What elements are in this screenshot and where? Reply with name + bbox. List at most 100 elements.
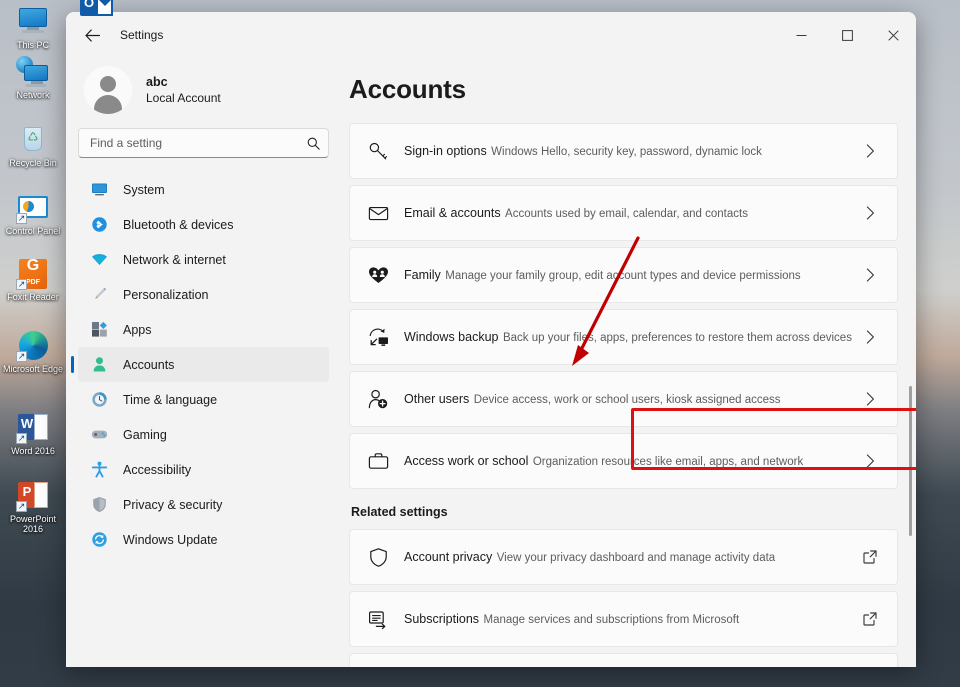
- card-subtitle: Device access, work or school users, kio…: [473, 394, 781, 406]
- card-subtitle: Organization resources like email, apps,…: [532, 456, 804, 468]
- desktop-icon-powerpoint[interactable]: ↗ PowerPoint 2016: [0, 480, 66, 534]
- card-text: Family Manage your family group, edit ac…: [404, 266, 859, 284]
- search-input[interactable]: [90, 136, 307, 150]
- sidebar-item-label: System: [123, 182, 165, 197]
- accounts-icon: [90, 356, 108, 374]
- sidebar-item-gaming[interactable]: Gaming: [78, 417, 329, 452]
- microsoft-outlook-icon: [78, 0, 113, 28]
- desktop-icon-microsoft-edge[interactable]: ↗ Microsoft Edge: [0, 330, 66, 374]
- main-content: Accounts Sign-in options Windows Hello, …: [341, 58, 916, 667]
- card-title: Family: [404, 268, 441, 282]
- related-settings-heading: Related settings: [351, 505, 448, 519]
- bluetooth-icon: [90, 216, 108, 234]
- scrollbar-thumb[interactable]: [909, 386, 912, 536]
- card-text: Sign-in options Windows Hello, security …: [404, 142, 859, 160]
- sidebar-item-time-language[interactable]: Time & language: [78, 382, 329, 417]
- search-box[interactable]: [78, 128, 329, 158]
- sidebar-item-label: Apps: [123, 322, 152, 337]
- settings-window: Settings abc Local Account Find a settin…: [66, 12, 916, 667]
- microsoft-edge-icon: ↗: [16, 330, 50, 362]
- window-controls: [778, 12, 916, 58]
- account-type: Local Account: [146, 90, 221, 105]
- search-icon: [307, 137, 320, 150]
- sidebar-item-network-internet[interactable]: Network & internet: [78, 242, 329, 277]
- chevron-right-icon[interactable]: [859, 330, 881, 344]
- sidebar-item-label: Time & language: [123, 392, 218, 407]
- back-arrow-icon: [84, 28, 100, 42]
- card-subtitle: Back up your files, apps, preferences to…: [502, 332, 852, 344]
- minimize-button[interactable]: [778, 12, 824, 58]
- sidebar-item-system[interactable]: System: [78, 172, 329, 207]
- maximize-button[interactable]: [824, 12, 870, 58]
- close-icon: [887, 29, 899, 41]
- card-family[interactable]: Family Manage your family group, edit ac…: [349, 247, 898, 303]
- desktop-icon-network[interactable]: Network: [0, 56, 66, 100]
- desktop-icon-label: Recycle Bin: [9, 158, 57, 168]
- sidebar-item-accounts[interactable]: Accounts: [71, 347, 329, 382]
- sidebar-item-accessibility[interactable]: Accessibility: [78, 452, 329, 487]
- card-title: Windows backup: [404, 330, 499, 344]
- card-access-work-or-school[interactable]: Access work or school Organization resou…: [349, 433, 898, 489]
- card-text: Subscriptions Manage services and subscr…: [404, 610, 859, 628]
- card-other-users[interactable]: Other users Device access, work or schoo…: [349, 371, 898, 427]
- desktop-icon-this-pc[interactable]: This PC: [0, 6, 66, 50]
- chevron-right-icon[interactable]: [859, 392, 881, 406]
- external-link-icon[interactable]: [859, 612, 881, 626]
- chevron-right-icon[interactable]: [859, 206, 881, 220]
- maximize-icon: [841, 29, 853, 41]
- desktop-icon-foxit-reader[interactable]: ↗ Foxit Reader: [0, 258, 66, 302]
- card-subscriptions[interactable]: Subscriptions Manage services and subscr…: [349, 591, 898, 647]
- card-text: Windows backup Back up your files, apps,…: [404, 328, 859, 346]
- sidebar-item-label: Privacy & security: [123, 497, 223, 512]
- sidebar-item-label: Bluetooth & devices: [123, 217, 234, 232]
- card-title: Access work or school: [404, 454, 529, 468]
- card-subtitle: Windows Hello, security key, password, d…: [491, 146, 762, 158]
- card-account-privacy[interactable]: Account privacy View your privacy dashbo…: [349, 529, 898, 585]
- desktop-icon-label: PowerPoint 2016: [9, 514, 57, 534]
- desktop-icon-recycle-bin[interactable]: Recycle Bin: [0, 124, 66, 168]
- window-body: abc Local Account Find a setting System …: [66, 58, 916, 667]
- card-text: Email & accounts Accounts used by email,…: [404, 204, 859, 222]
- desktop-icon-label: This PC: [16, 40, 49, 50]
- desktop-icon-word[interactable]: ↗ Word 2016: [0, 412, 66, 456]
- window-titlebar: Settings: [66, 12, 916, 58]
- sidebar-item-label: Network & internet: [123, 252, 226, 267]
- sidebar-item-personalization[interactable]: Personalization: [78, 277, 329, 312]
- chevron-right-icon[interactable]: [859, 144, 881, 158]
- subscriptions-icon: [364, 609, 392, 630]
- sidebar-item-apps[interactable]: Apps: [78, 312, 329, 347]
- card-windows-backup[interactable]: Windows backup Back up your files, apps,…: [349, 309, 898, 365]
- accessibility-icon: [90, 461, 108, 479]
- avatar: [84, 66, 132, 114]
- key-icon: [364, 141, 392, 162]
- card-text: Access work or school Organization resou…: [404, 452, 859, 470]
- envelope-icon: [364, 203, 392, 224]
- add-user-icon: [364, 389, 392, 410]
- chevron-right-icon[interactable]: [859, 268, 881, 282]
- desktop-icon-label: Network: [16, 90, 50, 100]
- wifi-icon: [90, 251, 108, 269]
- sidebar-item-windows-update[interactable]: Windows Update: [78, 522, 329, 557]
- foxit-pdf-reader-icon: ↗: [16, 258, 50, 290]
- desktop-icon-label: Microsoft Edge: [2, 364, 64, 374]
- recycle-bin-icon: [16, 124, 50, 156]
- card-email-accounts[interactable]: Email & accounts Accounts used by email,…: [349, 185, 898, 241]
- card-sign-in-options[interactable]: Sign-in options Windows Hello, security …: [349, 123, 898, 179]
- sidebar-item-privacy-security[interactable]: Privacy & security: [78, 487, 329, 522]
- external-link-icon[interactable]: [859, 550, 881, 564]
- control-panel-icon: ↗: [16, 192, 50, 224]
- card-title: Subscriptions: [404, 612, 480, 626]
- desktop-icon-control-panel[interactable]: ↗ Control Panel: [0, 192, 66, 236]
- update-icon: [90, 531, 108, 549]
- close-button[interactable]: [870, 12, 916, 58]
- chevron-right-icon[interactable]: [859, 454, 881, 468]
- this-pc-icon: [16, 6, 50, 38]
- sidebar-item-bluetooth-devices[interactable]: Bluetooth & devices: [78, 207, 329, 242]
- account-summary[interactable]: abc Local Account: [78, 58, 329, 128]
- backup-icon: [364, 327, 392, 348]
- sidebar-item-label: Gaming: [123, 427, 167, 442]
- sidebar-item-label: Accessibility: [123, 462, 192, 477]
- desktop-icon-outlook[interactable]: [62, 0, 128, 30]
- desktop-icon-column: This PC Network Recycle Bin ↗ Control Pa…: [0, 0, 66, 687]
- card-partial-next[interactable]: [349, 653, 898, 667]
